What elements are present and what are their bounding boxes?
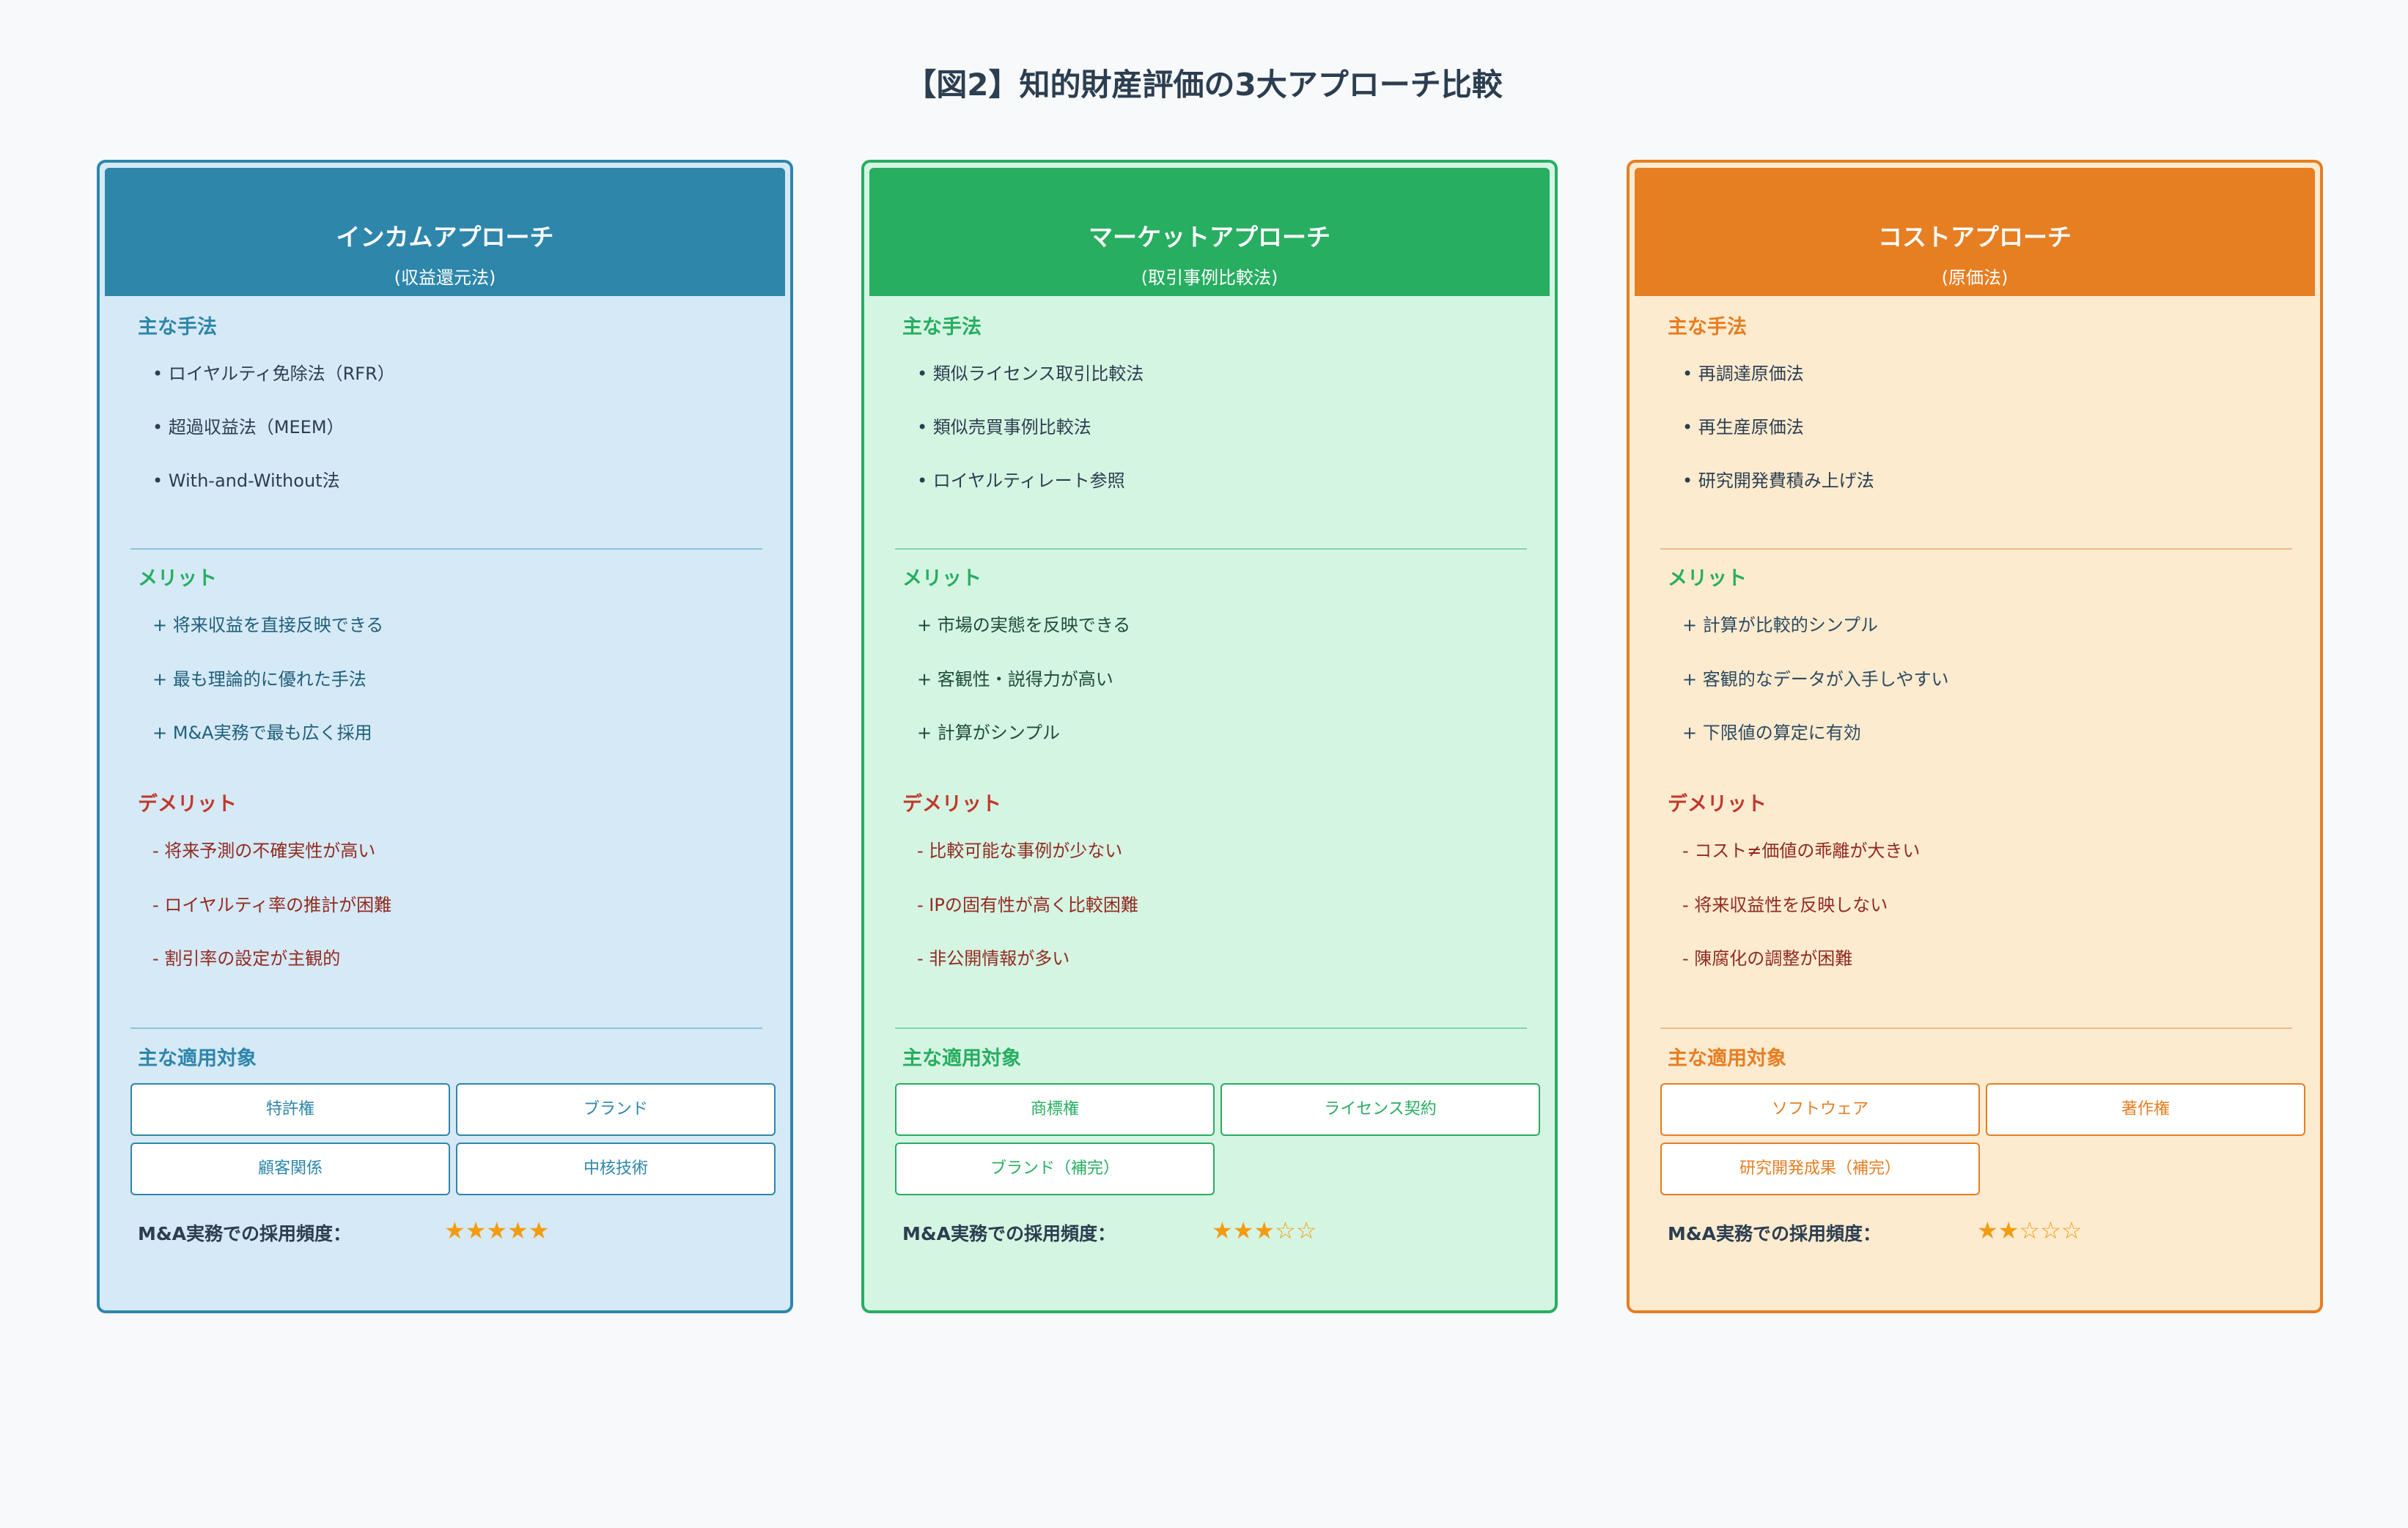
divider (1660, 548, 2292, 550)
demerit-item: - IPの固有性が高く比較困難 (917, 895, 1138, 915)
card-income-approach: インカムアプローチ (収益還元法) 主な手法 • ロイヤルティ免除法（RFR） … (97, 160, 793, 1313)
card-title: インカムアプローチ (336, 223, 554, 251)
target-tag: 顧客関係 (130, 1143, 450, 1195)
demerits-heading: デメリット (138, 793, 237, 816)
demerit-item: - 比較可能な事例が少ない (917, 841, 1123, 861)
frequency-label: M&A実務での採用頻度： (902, 1223, 1116, 1244)
card-subtitle: (原価法) (1941, 267, 2008, 288)
method-item: • With-and-Without法 (152, 470, 340, 491)
diagram-page: 【図2】知的財産評価の3大アプローチ比較 インカムアプローチ (収益還元法) 主… (0, 0, 2408, 1528)
demerit-item: - 割引率の設定が主観的 (152, 948, 341, 969)
merit-item: + 客観性・説得力が高い (917, 669, 1113, 690)
merits-heading: メリット (138, 567, 217, 590)
method-item: • 再調達原価法 (1682, 363, 1804, 384)
merit-item: + 市場の実態を反映できる (917, 615, 1131, 635)
demerit-item: - 陳腐化の調整が困難 (1682, 948, 1853, 969)
target-tag: 商標権 (895, 1083, 1215, 1136)
card-title: マーケットアプローチ (1089, 223, 1330, 251)
card-title: コストアプローチ (1878, 223, 2072, 251)
methods-heading: 主な手法 (138, 316, 217, 339)
card-header: マーケットアプローチ (取引事例比較法) (869, 168, 1550, 296)
methods-heading: 主な手法 (902, 316, 982, 339)
frequency-label: M&A実務での採用頻度： (138, 1223, 352, 1244)
method-item: • 類似ライセンス取引比較法 (917, 363, 1144, 384)
demerit-item: - 将来収益性を反映しない (1682, 895, 1888, 915)
card-header: インカムアプローチ (収益還元法) (105, 168, 785, 296)
card-cost-approach: コストアプローチ (原価法) 主な手法 • 再調達原価法 • 再生産原価法 • … (1627, 160, 2323, 1313)
merits-heading: メリット (1668, 567, 1747, 590)
frequency-stars: ★★★☆☆ (1212, 1217, 1317, 1244)
merit-item: + 将来収益を直接反映できる (152, 615, 384, 635)
card-market-approach: マーケットアプローチ (取引事例比較法) 主な手法 • 類似ライセンス取引比較法… (861, 160, 1558, 1313)
diagram-title: 【図2】知的財産評価の3大アプローチ比較 (905, 67, 1503, 103)
frequency-stars: ★★★★★ (444, 1217, 550, 1244)
demerit-item: - ロイヤルティ率の推計が困難 (152, 895, 392, 915)
method-item: • 超過収益法（MEEM） (152, 417, 345, 438)
target-tag: 中核技術 (456, 1143, 776, 1195)
method-item: • ロイヤルティレート参照 (917, 470, 1125, 491)
merit-item: + 計算がシンプル (917, 723, 1061, 743)
method-item: • ロイヤルティ免除法（RFR） (152, 363, 395, 384)
target-tag: ブランド (456, 1083, 776, 1136)
method-item: • 研究開発費積み上げ法 (1682, 470, 1874, 491)
target-tag: 特許権 (130, 1083, 450, 1136)
demerits-heading: デメリット (902, 793, 1001, 816)
divider (895, 548, 1527, 550)
divider (895, 1027, 1527, 1029)
target-tag: ブランド（補完） (895, 1143, 1215, 1195)
methods-heading: 主な手法 (1668, 316, 1747, 339)
target-tag: 著作権 (1986, 1083, 2305, 1136)
merit-item: + 計算が比較的シンプル (1682, 615, 1879, 635)
target-tag: ソフトウェア (1660, 1083, 1980, 1136)
merit-item: + M&A実務で最も広く採用 (152, 723, 372, 743)
target-tag: 研究開発成果（補完） (1660, 1143, 1980, 1195)
card-subtitle: (取引事例比較法) (1141, 267, 1278, 288)
method-item: • 再生産原価法 (1682, 417, 1804, 438)
targets-heading: 主な適用対象 (138, 1047, 257, 1070)
demerit-item: - 非公開情報が多い (917, 948, 1070, 969)
demerits-heading: デメリット (1668, 793, 1767, 816)
merit-item: + 客観的なデータが入手しやすい (1682, 669, 1949, 690)
merit-item: + 下限値の算定に有効 (1682, 723, 1861, 743)
demerit-item: - 将来予測の不確実性が高い (152, 841, 376, 861)
divider (130, 1027, 762, 1029)
targets-heading: 主な適用対象 (1668, 1047, 1786, 1070)
divider (1660, 1027, 2292, 1029)
target-tag: ライセンス契約 (1220, 1083, 1540, 1136)
frequency-label: M&A実務での採用頻度： (1668, 1223, 1882, 1244)
merit-item: + 最も理論的に優れた手法 (152, 669, 367, 690)
card-header: コストアプローチ (原価法) (1635, 168, 2315, 296)
targets-heading: 主な適用対象 (902, 1047, 1021, 1070)
frequency-stars: ★★☆☆☆ (1977, 1217, 2083, 1244)
demerit-item: - コスト≠価値の乖離が大きい (1682, 841, 1921, 861)
card-subtitle: (収益還元法) (394, 267, 496, 288)
divider (130, 548, 762, 550)
merits-heading: メリット (902, 567, 982, 590)
method-item: • 類似売買事例比較法 (917, 417, 1091, 438)
